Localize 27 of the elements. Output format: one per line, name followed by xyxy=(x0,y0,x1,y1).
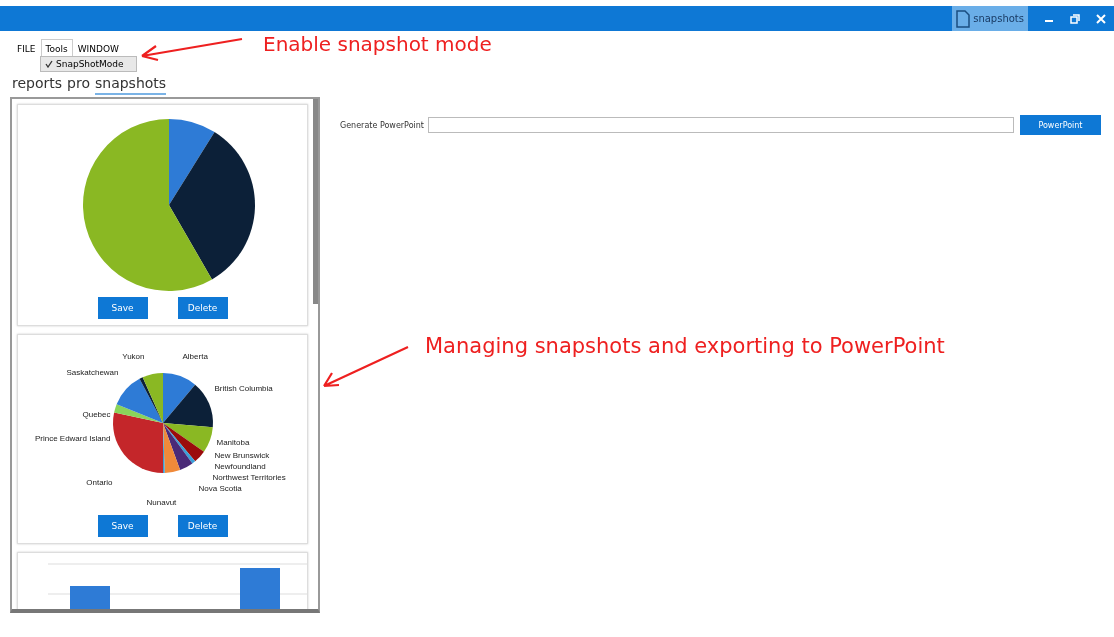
slice-label: British Columbia xyxy=(214,384,273,393)
slice-label: Newfoundland xyxy=(214,462,266,471)
slice-label: Nova Scotia xyxy=(198,484,242,493)
card-button[interactable]: Save xyxy=(97,515,148,537)
slice-label: Northwest Territories xyxy=(212,473,286,482)
document-tab[interactable]: snapshots xyxy=(952,6,1028,31)
slice-label: New Brunswick xyxy=(214,451,270,460)
menu-item[interactable]: WINDOW xyxy=(72,39,124,59)
tab[interactable]: snapshots xyxy=(94,75,167,95)
card-button[interactable]: Delete xyxy=(177,515,228,537)
tab[interactable]: pro xyxy=(67,75,90,95)
annotation-text: Enable snapshot mode xyxy=(263,32,492,56)
annotation-text: Managing snapshots and exporting to PowerPoint xyxy=(425,334,945,358)
menu-item[interactable]: FILE xyxy=(12,39,41,59)
slice-label: Saskatchewan xyxy=(66,368,119,377)
slice-label: Ontario xyxy=(86,478,113,487)
slice-label: Yukon xyxy=(122,352,145,361)
slice-label: Prince Edward Island xyxy=(34,434,111,443)
card-button[interactable]: Delete xyxy=(177,297,228,319)
slice-label: Manitoba xyxy=(216,438,250,447)
powerpoint-button[interactable]: PowerPoint xyxy=(1019,115,1101,135)
card-button[interactable]: Save xyxy=(97,297,148,319)
tab[interactable]: reports xyxy=(12,75,63,95)
slice-label: Quebec xyxy=(82,410,111,419)
field-label: Generate PowerPoint xyxy=(340,120,424,130)
slice-label: Nunavut xyxy=(146,498,177,507)
slice-label: Alberta xyxy=(182,352,208,361)
